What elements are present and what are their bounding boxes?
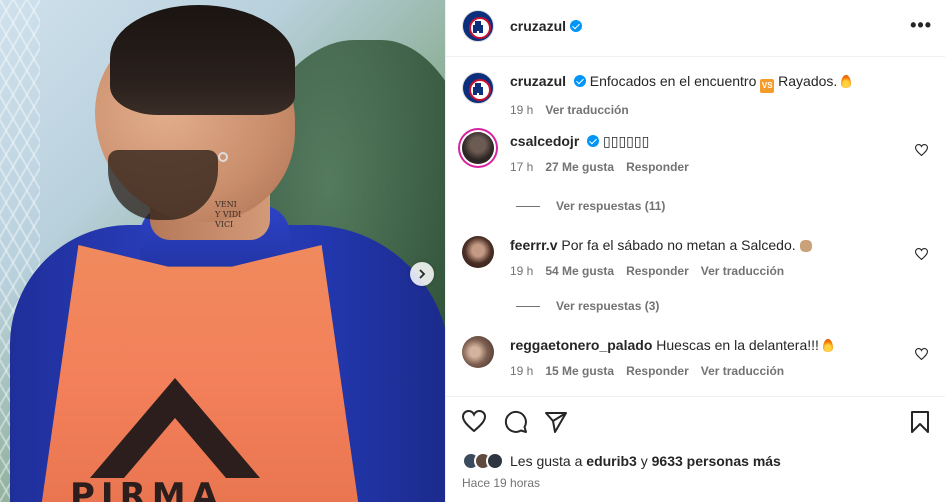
avatar[interactable]: [462, 72, 494, 104]
bib-brand-text: PIRMA: [70, 476, 224, 502]
reply-button[interactable]: Responder: [626, 262, 689, 280]
translate-link[interactable]: Ver traducción: [545, 101, 628, 119]
caption-text: Enfocados en el encuentro: [589, 73, 757, 89]
comment: feerrr.v Por fa el sábado no metan a Sal…: [462, 236, 932, 280]
like-heart-icon[interactable]: [462, 410, 486, 432]
likes-prefix: Les gusta a: [510, 453, 583, 469]
avatar[interactable]: [462, 132, 494, 164]
fire-emoji-icon: [841, 75, 852, 88]
likes-mid: y: [640, 453, 648, 469]
view-replies-button[interactable]: Ver respuestas (3): [516, 299, 659, 313]
header-divider: [446, 56, 945, 57]
replies-line: [516, 205, 540, 207]
comment-time[interactable]: 19 h: [510, 362, 533, 380]
post-timestamp[interactable]: Hace 19 horas: [462, 476, 540, 490]
comment-time[interactable]: 17 h: [510, 158, 533, 176]
post-username[interactable]: cruzazul: [510, 18, 566, 34]
likes-summary: Les gusta a edurib3 y 9633 personas más: [462, 452, 781, 470]
comment: csalcedojr ▯▯▯▯▯▯ 17 h 27 Me gusta Respo…: [462, 132, 932, 176]
verified-badge-icon: [573, 75, 586, 87]
fire-emoji-icon: [822, 339, 833, 352]
reply-button[interactable]: Responder: [626, 158, 689, 176]
share-send-icon[interactable]: [544, 410, 568, 434]
next-image-button[interactable]: [410, 262, 434, 286]
post-caption: cruzazul Enfocados en el encuentro VS Ra…: [462, 72, 932, 119]
likes-count[interactable]: 9633 personas más: [652, 453, 781, 469]
verified-badge-icon: [587, 135, 600, 147]
action-bar: [462, 410, 932, 436]
comment-text: Huescas en la delantera!!!: [656, 337, 819, 353]
caption-time[interactable]: 19 h: [510, 101, 533, 119]
player-hair: [110, 5, 295, 115]
save-bookmark-icon[interactable]: [910, 410, 930, 434]
avatar[interactable]: [462, 10, 494, 42]
avatar: [486, 452, 504, 470]
comment: reggaetonero_palado Huescas en la delant…: [462, 336, 932, 380]
comment-time[interactable]: 19 h: [510, 262, 533, 280]
translate-link[interactable]: Ver traducción: [701, 362, 784, 380]
comment-username[interactable]: reggaetonero_palado: [510, 337, 652, 353]
comment-icon[interactable]: [504, 410, 528, 434]
caption-username[interactable]: cruzazul: [510, 73, 566, 89]
more-options-icon[interactable]: •••: [910, 15, 932, 36]
verified-badge-icon: [570, 20, 583, 32]
comment-likes[interactable]: 54 Me gusta: [545, 262, 614, 280]
replies-line: [516, 305, 540, 307]
translate-link[interactable]: Ver traducción: [701, 262, 784, 280]
chevron-right-icon: [419, 269, 426, 279]
like-comment-heart-icon[interactable]: [915, 348, 928, 360]
view-replies-button[interactable]: Ver respuestas (11): [516, 199, 665, 213]
post-header: cruzazul •••: [462, 9, 932, 43]
view-replies-label[interactable]: Ver respuestas (11): [556, 199, 665, 213]
comment-likes[interactable]: 15 Me gusta: [545, 362, 614, 380]
actions-divider: [446, 396, 945, 397]
neck-tattoo: VENI Y VIDI VICI: [215, 200, 242, 229]
like-comment-heart-icon[interactable]: [915, 248, 928, 260]
comment-text: Por fa el sábado no metan a Salcedo.: [561, 237, 796, 253]
comment-username[interactable]: csalcedojr: [510, 133, 579, 149]
comment-username[interactable]: feerrr.v: [510, 237, 557, 253]
like-comment-heart-icon[interactable]: [915, 144, 928, 156]
reply-button[interactable]: Responder: [626, 362, 689, 380]
comment-likes[interactable]: 27 Me gusta: [545, 158, 614, 176]
avatar[interactable]: [462, 236, 494, 268]
comment-text: ▯▯▯▯▯▯: [603, 133, 650, 149]
likes-user[interactable]: edurib3: [586, 453, 637, 469]
clap-emoji-icon: [799, 240, 812, 252]
post-image[interactable]: VENI Y VIDI VICI PIRMA: [0, 0, 445, 502]
avatar[interactable]: [462, 336, 494, 368]
post-panel: cruzazul ••• cruzazul Enfocados en el en…: [445, 0, 945, 502]
caption-text-tail: Rayados.: [778, 73, 838, 89]
training-bib: [40, 245, 360, 502]
earring: [218, 152, 228, 162]
vs-emoji-icon: VS: [760, 79, 775, 93]
view-replies-label[interactable]: Ver respuestas (3): [556, 299, 659, 313]
